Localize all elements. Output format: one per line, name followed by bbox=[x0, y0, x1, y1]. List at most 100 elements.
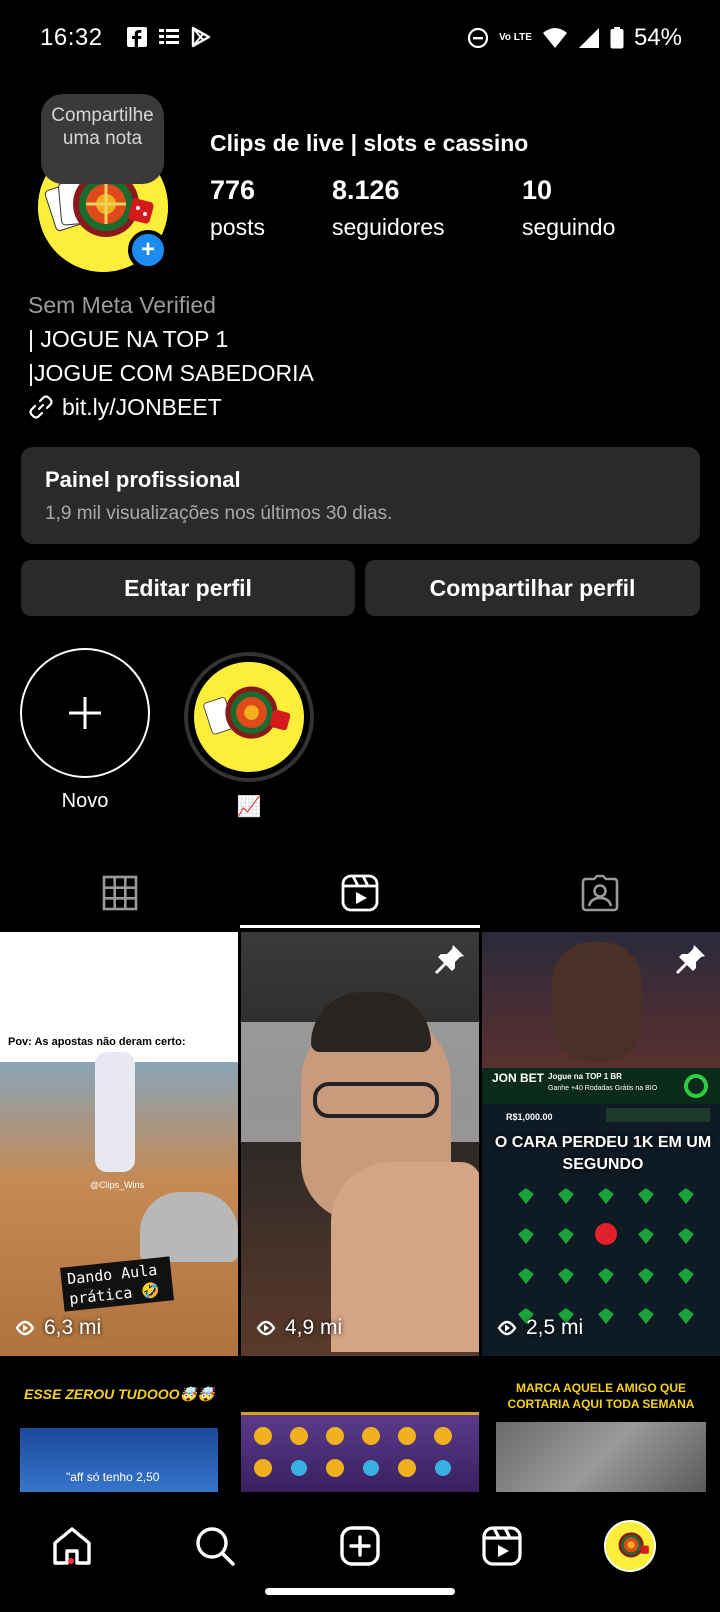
reel-brand: JON BET bbox=[492, 1071, 545, 1085]
reel-subcaption: "aff só tenho 2,50 bbox=[66, 1470, 160, 1484]
story-highlight[interactable]: 📈 bbox=[184, 652, 314, 819]
reel-input-field bbox=[606, 1108, 710, 1122]
nav-reels[interactable] bbox=[472, 1516, 532, 1576]
reel-image-pavement bbox=[496, 1422, 706, 1492]
bio: Sem Meta Verified | JOGUE NA TOP 1 |JOGU… bbox=[28, 288, 314, 424]
play-count-icon bbox=[256, 1320, 276, 1336]
reels-icon bbox=[341, 874, 379, 912]
posts-label: posts bbox=[210, 214, 265, 240]
reel-thumbnail[interactable] bbox=[241, 1360, 479, 1492]
reel-caption: O CARA PERDEU 1K EM UM SEGUNDO bbox=[494, 1134, 712, 1173]
new-highlight-circle bbox=[20, 648, 150, 778]
pin-icon bbox=[434, 945, 464, 975]
plus-icon bbox=[69, 697, 101, 729]
bio-link-text[interactable]: bit.ly/JONBEET bbox=[62, 390, 222, 424]
new-highlight[interactable]: Novo bbox=[20, 648, 150, 813]
nav-profile[interactable] bbox=[600, 1516, 660, 1576]
reel-watermark: @Clips_Wins bbox=[90, 1180, 145, 1190]
play-store-icon bbox=[191, 26, 211, 48]
reel-balance: R$1,000.00 bbox=[506, 1112, 553, 1122]
tab-reels[interactable] bbox=[240, 856, 480, 930]
tagged-icon bbox=[581, 874, 619, 912]
status-app-icons bbox=[126, 26, 212, 48]
story-highlight-ring bbox=[184, 652, 314, 782]
pro-panel-subtitle: 1,9 mil visualizações nos últimos 30 dia… bbox=[45, 503, 393, 524]
reel-caption: Pov: As apostas não deram certo: bbox=[8, 1036, 186, 1048]
story-highlight-label: 📈 bbox=[236, 796, 262, 818]
reel-thumbnail[interactable]: 4,9 mi bbox=[241, 932, 479, 1356]
reel-caption: ESSE ZEROU TUDOOO🤯🤯 bbox=[24, 1386, 215, 1402]
add-post-icon bbox=[340, 1526, 380, 1566]
followers-stat[interactable]: 8.126 seguidores bbox=[332, 175, 445, 241]
share-profile-button[interactable]: Compartilhar perfil bbox=[365, 560, 700, 616]
reel-image-figure bbox=[95, 1052, 135, 1172]
reel-views: 2,5 mi bbox=[496, 1316, 583, 1340]
notification-dot bbox=[68, 1558, 74, 1564]
reel-thumbnail[interactable]: MARCA AQUELE AMIGO QUE CORTARIA AQUI TOD… bbox=[482, 1360, 720, 1492]
status-time: 16:32 bbox=[40, 24, 103, 51]
do-not-disturb-icon bbox=[467, 27, 489, 49]
reel-thumbnail[interactable]: Pov: As apostas não deram certo: @Clips_… bbox=[0, 932, 238, 1356]
profile-tabs bbox=[0, 856, 720, 930]
reel-thumbnail[interactable]: ESSE ZEROU TUDOOO🤯🤯 "aff só tenho 2,50 bbox=[0, 1360, 238, 1492]
following-label: seguindo bbox=[522, 214, 616, 240]
profile-nav-avatar bbox=[604, 1520, 656, 1572]
pin-icon bbox=[675, 945, 705, 975]
search-icon bbox=[196, 1527, 235, 1566]
bio-link[interactable]: bit.ly/JONBEET bbox=[28, 390, 314, 424]
reel-banner: JON BET Jogue na TOP 1 BR Ganhe +40 Roda… bbox=[482, 1068, 720, 1104]
reel-image-face bbox=[552, 942, 642, 1062]
tab-grid[interactable] bbox=[0, 856, 240, 930]
reel-thumbnail[interactable]: JON BET Jogue na TOP 1 BR Ganhe +40 Roda… bbox=[482, 932, 720, 1356]
status-bar: 16:32 Vo LTE 54% bbox=[0, 0, 720, 80]
volte-indicator: Vo LTE bbox=[498, 32, 532, 43]
note-bubble[interactable]: Compartilhe uma nota bbox=[41, 94, 164, 184]
reel-image-wheelbarrow bbox=[140, 1192, 238, 1262]
facebook-icon bbox=[127, 27, 147, 47]
slot-symbols bbox=[254, 1427, 452, 1477]
bio-category[interactable]: Sem Meta Verified bbox=[28, 288, 314, 322]
reel-image-hair bbox=[311, 992, 431, 1052]
battery-percent: 54% bbox=[633, 24, 682, 51]
link-icon bbox=[29, 395, 53, 419]
reel-image-glasses bbox=[313, 1082, 439, 1118]
followers-count: 8.126 bbox=[332, 175, 400, 205]
reel-banner-subtitle: Ganhe +40 Rodadas Grátis na BIO bbox=[548, 1085, 658, 1092]
following-count: 10 bbox=[522, 175, 553, 205]
bio-line: |JOGUE COM SABEDORIA bbox=[28, 360, 314, 386]
pin-icon bbox=[193, 945, 223, 975]
followers-label: seguidores bbox=[332, 214, 445, 240]
play-count-icon bbox=[15, 1320, 35, 1336]
reel-views: 4,9 mi bbox=[255, 1316, 342, 1340]
wifi-icon bbox=[542, 28, 567, 48]
nav-home[interactable] bbox=[42, 1516, 102, 1576]
posts-stat[interactable]: 776 posts bbox=[210, 175, 265, 241]
reel-banner-logo bbox=[684, 1074, 708, 1098]
following-stat[interactable]: 10 seguindo bbox=[522, 175, 615, 241]
posts-count: 776 bbox=[210, 175, 256, 205]
bio-line: | JOGUE NA TOP 1 bbox=[28, 326, 229, 352]
roulette-logo-icon bbox=[196, 662, 302, 768]
profile-name: Clips de live | slots e cassino bbox=[210, 130, 529, 156]
roulette-logo-icon bbox=[606, 1522, 654, 1570]
nav-create[interactable] bbox=[330, 1516, 390, 1576]
tab-tagged[interactable] bbox=[480, 856, 720, 930]
new-highlight-label: Novo bbox=[61, 790, 109, 812]
nav-search[interactable] bbox=[185, 1516, 245, 1576]
news-icon bbox=[159, 29, 179, 44]
gesture-bar[interactable] bbox=[265, 1588, 455, 1595]
play-count-icon bbox=[497, 1320, 517, 1336]
reels-icon bbox=[482, 1526, 522, 1566]
reel-views: 6,3 mi bbox=[14, 1316, 101, 1340]
reel-caption: MARCA AQUELE AMIGO QUE CORTARIA AQUI TOD… bbox=[507, 1381, 695, 1411]
reel-views-count: 4,9 mi bbox=[285, 1316, 343, 1339]
reel-image-hand bbox=[331, 1162, 479, 1352]
professional-dashboard[interactable]: Painel profissional 1,9 mil visualizaçõe… bbox=[21, 447, 700, 544]
story-highlight-cover bbox=[194, 662, 304, 772]
grid-icon bbox=[102, 875, 138, 911]
reel-views-count: 6,3 mi bbox=[44, 1316, 102, 1339]
battery-icon bbox=[610, 27, 624, 49]
edit-profile-button[interactable]: Editar perfil bbox=[21, 560, 355, 616]
add-story-button[interactable]: + bbox=[128, 230, 168, 270]
reel-banner-title: Jogue na TOP 1 BR bbox=[548, 1072, 622, 1081]
